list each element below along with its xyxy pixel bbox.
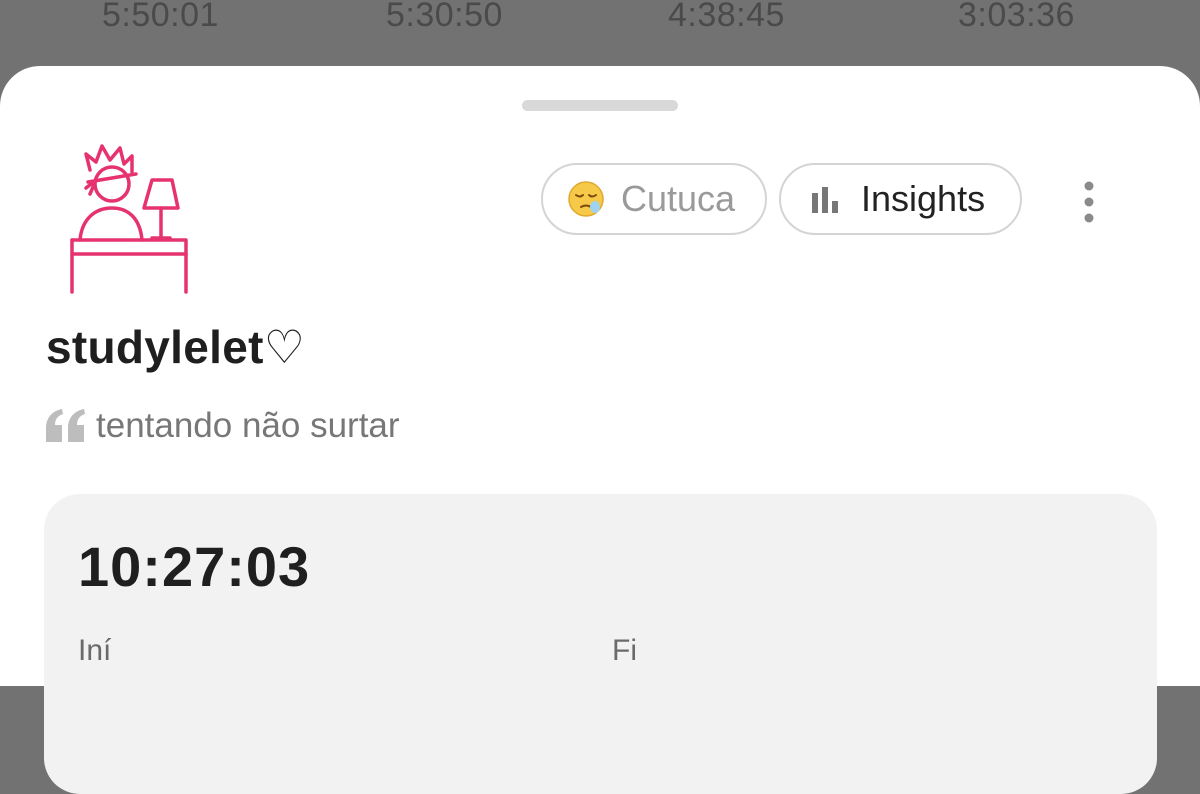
background-timers-row: 5:50:01 5:30:50 4:38:45 3:03:36 — [0, 0, 1200, 40]
insights-button[interactable]: Insights — [779, 163, 1022, 235]
background-timer: 4:38:45 — [668, 0, 785, 34]
sleepy-face-emoji — [568, 181, 604, 217]
cutuca-label: Cutuca — [621, 178, 736, 219]
study-time-card[interactable]: 10:27:03 Iní Fi — [44, 494, 1157, 794]
profile-status: tentando não surtar — [44, 406, 400, 446]
cutuca-button[interactable]: Cutuca — [541, 163, 767, 235]
background-timer: 5:50:01 — [102, 0, 219, 34]
status-text: tentando não surtar — [96, 406, 400, 445]
sheet-drag-handle[interactable] — [522, 100, 678, 111]
profile-username: studylelet♡ — [46, 321, 306, 373]
background-timer: 3:03:36 — [958, 0, 1075, 34]
insights-label: Insights — [861, 178, 986, 219]
quote-icon — [46, 409, 85, 442]
student-studying-desk-icon — [70, 144, 188, 294]
start-label: Iní — [78, 634, 112, 667]
end-label: Fi — [612, 634, 637, 667]
background-timer: 5:30:50 — [386, 0, 503, 34]
total-study-time: 10:27:03 — [78, 535, 311, 598]
more-vertical-icon[interactable] — [1074, 180, 1104, 224]
profile-bottom-sheet: Cutuca Insights studylelet♡ tentando não… — [0, 66, 1200, 794]
bar-chart-icon — [812, 187, 838, 213]
